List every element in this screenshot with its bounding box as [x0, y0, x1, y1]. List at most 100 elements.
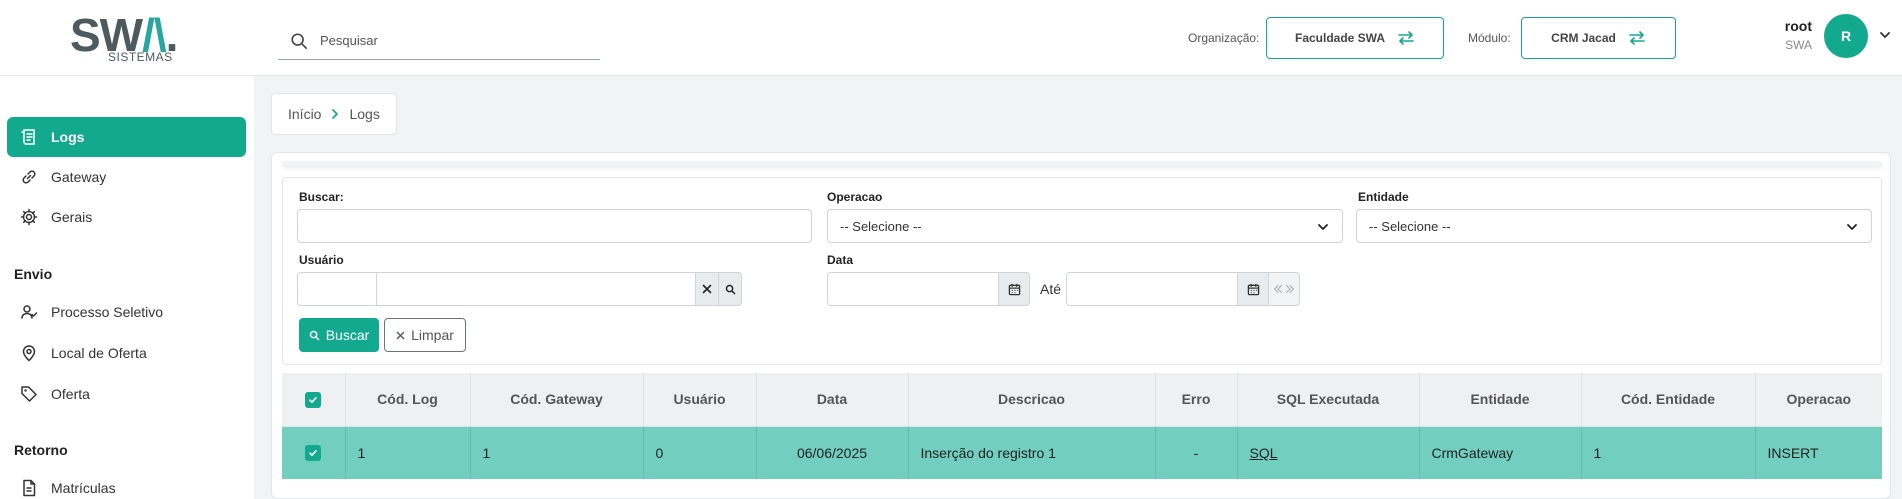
- cell-operacao: INSERT: [1755, 426, 1882, 479]
- row-select-cell[interactable]: [282, 426, 346, 479]
- sidebar-item-processo-seletivo[interactable]: Processo Seletivo: [7, 292, 246, 332]
- organization-switch-button[interactable]: Faculdade SWA: [1266, 17, 1444, 59]
- table-row[interactable]: 1 1 0 06/06/2025 Inserção do registro 1 …: [282, 426, 1882, 479]
- check-icon: [309, 450, 318, 457]
- select-all-checkbox[interactable]: [305, 391, 322, 408]
- column-header[interactable]: SQL Executada: [1237, 373, 1420, 427]
- chevron-down-icon: [1847, 224, 1857, 230]
- top-header: SW/\. SISTEMAS Organização: Faculdade SW…: [0, 0, 1902, 76]
- close-icon: [702, 284, 712, 294]
- calendar-icon: [1008, 283, 1020, 295]
- chevron-right-icon: [332, 109, 339, 119]
- module-value: CRM Jacad: [1551, 31, 1616, 45]
- usuario-search-button[interactable]: [718, 272, 742, 306]
- sidebar: Logs Gateway Gerais Envio Processo Selet…: [0, 76, 254, 499]
- sidebar-item-matriculas[interactable]: Matrículas: [7, 468, 246, 499]
- limpar-button[interactable]: Limpar: [384, 318, 466, 352]
- avatar[interactable]: R: [1824, 14, 1868, 58]
- sidebar-item-local-de-oferta[interactable]: Local de Oferta: [7, 333, 246, 373]
- logo-subtext: SISTEMAS: [108, 50, 173, 64]
- double-chevron-icon: [1273, 284, 1295, 294]
- sidebar-item-label: Matrículas: [51, 480, 116, 496]
- operacao-label: Operacao: [827, 190, 883, 204]
- card-divider: [282, 161, 1882, 167]
- search-icon: [291, 32, 308, 49]
- buscar-input[interactable]: [297, 209, 812, 243]
- usuario-clear-button[interactable]: [695, 272, 719, 306]
- user-info[interactable]: root SWA: [1785, 18, 1812, 52]
- data-end-calendar-button[interactable]: [1237, 272, 1269, 306]
- column-header[interactable]: Operacao: [1755, 373, 1882, 427]
- sidebar-item-gateway[interactable]: Gateway: [7, 157, 246, 197]
- column-header[interactable]: Cód. Gateway: [470, 373, 644, 427]
- map-pin-icon: [22, 345, 36, 362]
- sidebar-item-oferta[interactable]: Oferta: [7, 374, 246, 414]
- cell-erro: -: [1155, 426, 1238, 479]
- chevron-down-icon[interactable]: [1878, 28, 1892, 42]
- column-header[interactable]: Entidade: [1419, 373, 1582, 427]
- cell-data: 06/06/2025: [756, 426, 909, 479]
- buscar-label: Buscar:: [299, 190, 344, 204]
- filter-panel: Buscar: Operacao -- Selecione -- Entidad…: [282, 177, 1882, 365]
- check-icon: [309, 396, 318, 403]
- operacao-select[interactable]: -- Selecione --: [827, 209, 1343, 243]
- date-range-shift-button[interactable]: [1268, 272, 1300, 306]
- select-all-cell[interactable]: [282, 373, 346, 427]
- table-header-row: Cód. Log Cód. Gateway Usuário Data Descr…: [282, 373, 1882, 427]
- logs-card: Buscar: Operacao -- Selecione -- Entidad…: [271, 152, 1891, 499]
- cell-descricao: Inserção do registro 1: [908, 426, 1156, 479]
- buscar-button[interactable]: Buscar: [299, 318, 379, 352]
- column-header[interactable]: Erro: [1155, 373, 1238, 427]
- sidebar-item-label: Oferta: [51, 386, 90, 402]
- close-icon: [396, 331, 405, 339]
- row-checkbox[interactable]: [305, 445, 322, 462]
- buscar-button-label: Buscar: [325, 327, 370, 343]
- sidebar-item-label: Gerais: [51, 209, 93, 225]
- operacao-select-value: -- Selecione --: [840, 218, 922, 234]
- column-header[interactable]: Cód. Log: [345, 373, 471, 427]
- column-header[interactable]: Descricao: [908, 373, 1156, 427]
- data-start-input[interactable]: [827, 272, 999, 306]
- ate-label: Até: [1040, 281, 1062, 297]
- cell-cod-log: 1: [345, 426, 471, 479]
- link-icon: [22, 170, 36, 184]
- column-header[interactable]: Usuário: [643, 373, 757, 427]
- document-icon: [23, 479, 36, 497]
- scroll-icon: [21, 129, 35, 145]
- swa-logo[interactable]: SW/\. SISTEMAS: [70, 8, 190, 64]
- entidade-label: Entidade: [1358, 190, 1409, 204]
- search-input[interactable]: [320, 33, 580, 48]
- sidebar-item-label: Logs: [51, 129, 85, 145]
- module-label: Módulo:: [1468, 31, 1511, 45]
- cell-entidade: CrmGateway: [1419, 426, 1582, 479]
- data-start-calendar-button[interactable]: [998, 272, 1030, 306]
- tag-icon: [21, 386, 37, 402]
- sidebar-section-retorno: Retorno: [14, 442, 68, 458]
- sidebar-section-envio: Envio: [14, 266, 53, 282]
- limpar-button-label: Limpar: [411, 327, 454, 343]
- sidebar-item-label: Processo Seletivo: [51, 304, 164, 320]
- users-icon: [21, 305, 38, 319]
- usuario-code-input[interactable]: [297, 272, 377, 306]
- calendar-icon: [1247, 283, 1259, 295]
- cell-cod-entidade: 1: [1581, 426, 1756, 479]
- column-header[interactable]: Cód. Entidade: [1581, 373, 1756, 427]
- switch-arrows-icon: [1629, 31, 1645, 45]
- breadcrumb-current: Logs: [349, 106, 380, 122]
- entidade-select[interactable]: -- Selecione --: [1356, 209, 1872, 243]
- column-header[interactable]: Data: [756, 373, 909, 427]
- sidebar-item-gerais[interactable]: Gerais: [7, 197, 246, 237]
- sql-link[interactable]: SQL: [1250, 445, 1278, 461]
- breadcrumb: Início Logs: [271, 93, 397, 135]
- cell-sql: SQL: [1237, 426, 1420, 479]
- sidebar-item-logs[interactable]: Logs: [7, 117, 246, 157]
- data-end-input[interactable]: [1066, 272, 1238, 306]
- cell-cod-gateway: 1: [470, 426, 644, 479]
- sidebar-item-label: Local de Oferta: [51, 345, 147, 361]
- organization-label: Organização:: [1188, 31, 1260, 45]
- usuario-name-input[interactable]: [376, 272, 696, 306]
- entidade-select-value: -- Selecione --: [1369, 218, 1451, 234]
- module-switch-button[interactable]: CRM Jacad: [1521, 17, 1676, 59]
- usuario-label: Usuário: [299, 253, 344, 267]
- breadcrumb-home[interactable]: Início: [288, 106, 321, 122]
